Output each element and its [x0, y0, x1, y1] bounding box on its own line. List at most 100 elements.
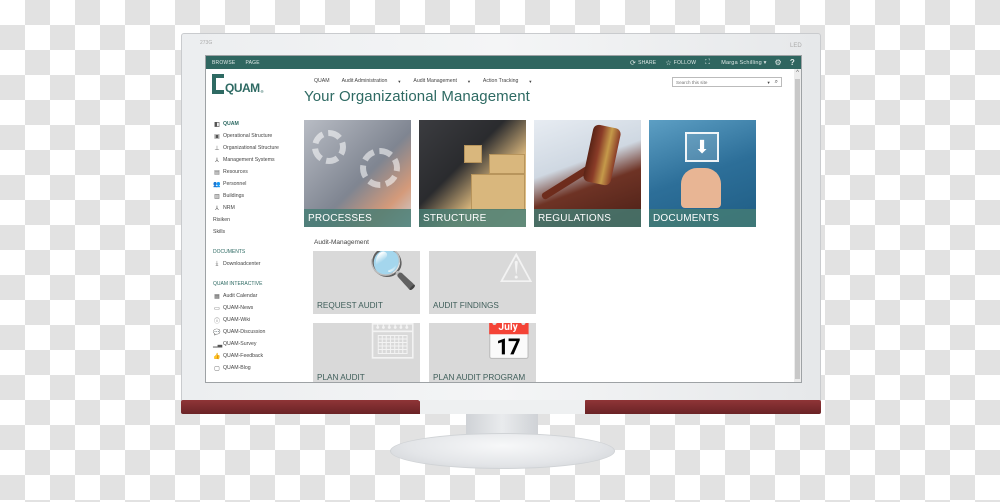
survey-icon: ▁▃ [213, 341, 223, 348]
sidebar-item-quam-feedback[interactable]: 👍 QUAM-Feedback [213, 350, 303, 362]
sitemap-icon: ▤ [213, 383, 221, 384]
sidebar-item-quam-discussion[interactable]: 💬 QUAM-Discussion [213, 326, 303, 338]
user-menu[interactable]: Marga Schilling ▾ [721, 60, 766, 66]
audit-management-heading: Audit-Management [314, 239, 369, 246]
follow-button[interactable]: ☆ FOLLOW [665, 59, 696, 67]
sidebar-item-quam-wiki[interactable]: ⓘ QUAM-Wiki [213, 314, 303, 326]
scroll-thumb[interactable] [795, 79, 800, 379]
nav-quam[interactable]: QUAM [314, 78, 330, 84]
tile-audit-findings[interactable]: ⚠ AUDIT FINDINGS [429, 251, 536, 314]
tile-caption: DOCUMENTS [649, 209, 756, 227]
wooden-block [464, 145, 482, 163]
sidebar-item-risiken[interactable]: Risiken [213, 214, 303, 226]
sidebar-item-sitemap[interactable]: ▤SITEMAP [213, 380, 303, 384]
help-icon[interactable]: ? [790, 58, 795, 67]
ribbon-bar: BROWSE PAGE ⟳ SHARE ☆ FOLLOW ⛶ Marga Sch… [206, 56, 801, 69]
caret-down-icon: ▼ [466, 78, 471, 84]
sidebar-item-nrm[interactable]: ⅄ NRM [213, 202, 303, 214]
monitor-led-label: LED [790, 43, 802, 49]
calendar-clock-icon: 🗓 [367, 323, 418, 363]
nav-audit-administration[interactable]: Audit Administration ▼ [342, 78, 402, 84]
tab-browse[interactable]: BROWSE [212, 60, 235, 66]
tile-caption: STRUCTURE [419, 209, 526, 227]
calendar-7-icon: 📅 [484, 323, 534, 363]
sidebar-item-organizational-structure[interactable]: ⊥ Organizational Structure [213, 142, 303, 154]
sidebar-heading-documents: DOCUMENTS [213, 249, 246, 255]
nav-audit-management[interactable]: Audit Management ▼ [413, 78, 471, 84]
tile-plan-audit[interactable]: 🗓 PLAN AUDIT [313, 323, 420, 382]
nav-action-tracking[interactable]: Action Tracking ▼ [483, 78, 532, 84]
discussion-icon: 💬 [213, 329, 221, 336]
sidebar-item-quam-news[interactable]: ▭ QUAM-News [213, 302, 303, 314]
sidebar-item-audit-calendar[interactable]: ▦ Audit Calendar [213, 290, 303, 302]
resources-icon: ▤ [214, 169, 220, 176]
sidebar-item-quam-survey[interactable]: ▁▃ QUAM-Survey [213, 338, 303, 350]
sidebar-item-personnel[interactable]: 👥 Personnel [213, 178, 303, 190]
tile-caption: PROCESSES [304, 209, 411, 227]
tile-regulations[interactable]: REGULATIONS [534, 120, 641, 227]
sidebar-item-management-systems[interactable]: ⅄ Management Systems [213, 154, 303, 166]
sidebar: ◧ QUAM ▣ Operational Structure ⊥ Organizati… [213, 118, 303, 384]
follow-label: FOLLOW [673, 59, 697, 66]
thumbs-up-icon: 👍 [213, 353, 221, 360]
sidebar-item-buildings[interactable]: ▥ Buildings [213, 190, 303, 202]
sidebar-item-quam-blog[interactable]: ▢ QUAM-Blog [213, 362, 303, 374]
share-label: SHARE [638, 59, 657, 66]
blog-icon: ▢ [214, 365, 220, 372]
gavel-icon [582, 123, 622, 187]
people-icon: 👥 [213, 181, 221, 188]
tile-structure[interactable]: STRUCTURE [419, 120, 526, 227]
monitor-chin [420, 400, 585, 414]
download-icon: ⬇ [685, 132, 719, 162]
tile-request-audit[interactable]: 🔍 REQUEST AUDIT [313, 251, 420, 314]
search-icon[interactable]: ⌕ [775, 79, 778, 86]
news-icon: ▭ [214, 305, 220, 312]
sidebar-item-skills[interactable]: Skills [213, 226, 303, 238]
screen: BROWSE PAGE ⟳ SHARE ☆ FOLLOW ⛶ Marga Sch… [205, 55, 802, 383]
logo-registered: ® [260, 89, 264, 94]
gear-icon[interactable]: ⚙ [775, 58, 782, 67]
sidebar-item-quam[interactable]: ◧ QUAM [213, 118, 303, 130]
monitor-accent-left [181, 400, 436, 414]
wooden-block [489, 154, 525, 174]
wiki-icon: ⓘ [213, 318, 220, 325]
sidebar-item-operational-structure[interactable]: ▣ Operational Structure [213, 130, 303, 142]
search-scope-caret-icon[interactable]: ▼ [767, 80, 771, 85]
gears-icon [360, 148, 400, 188]
nrm-icon: ⅄ [215, 205, 219, 212]
warning-icon: ⚠ [498, 251, 534, 291]
wooden-block [471, 174, 525, 210]
scrollbar[interactable]: ^ [794, 69, 801, 382]
tile-processes[interactable]: PROCESSES [304, 120, 411, 227]
top-navigation: QUAM Audit Administration ▼ Audit Managem… [314, 78, 544, 84]
monitor-accent-right [568, 400, 821, 414]
feature-tiles: PROCESSES STRUCTURE REGULATIONS ⬇ DOCUME… [304, 120, 764, 227]
quam-logo-icon: ◧ [214, 121, 220, 128]
quam-logo[interactable]: QUAM ® [212, 74, 264, 94]
gears-icon [312, 130, 346, 164]
focus-button[interactable]: ⛶ [705, 59, 712, 67]
focus-icon: ⛶ [705, 58, 711, 66]
magnifier-gear-icon: 🔍 [368, 251, 418, 291]
quam-logo-icon [212, 74, 224, 94]
share-button[interactable]: ⟳ SHARE [630, 59, 656, 67]
tile-plan-audit-program[interactable]: 📅 PLAN AUDIT PROGRAM [429, 323, 536, 382]
scroll-up-icon[interactable]: ^ [794, 69, 801, 77]
tile-documents[interactable]: ⬇ DOCUMENTS [649, 120, 756, 227]
sidebar-item-downloadcenter[interactable]: ⤓ Downloadcenter [213, 258, 303, 270]
sidebar-item-resources[interactable]: ▤ Resources [213, 166, 303, 178]
download-icon: ⤓ [215, 260, 219, 267]
audit-management-tiles: 🔍 REQUEST AUDIT ⚠ AUDIT FINDINGS 🗓 PLAN … [313, 251, 536, 382]
sidebar-heading-quam-interactive: QUAM INTERACTIVE [213, 281, 263, 287]
hand-pointing-icon [681, 168, 721, 208]
person-system-icon: ⅄ [215, 157, 219, 164]
calendar-icon: ▦ [214, 293, 220, 300]
buildings-icon: ▥ [214, 193, 220, 200]
star-icon: ☆ [665, 59, 672, 67]
tab-page[interactable]: PAGE [245, 60, 259, 66]
search-input[interactable]: Search this site ▼ ⌕ [672, 77, 782, 87]
logo-text: QUAM [225, 81, 260, 95]
tile-caption: REGULATIONS [534, 209, 641, 227]
caret-down-icon: ▼ [528, 78, 533, 84]
monitor-stand-base [390, 433, 615, 469]
